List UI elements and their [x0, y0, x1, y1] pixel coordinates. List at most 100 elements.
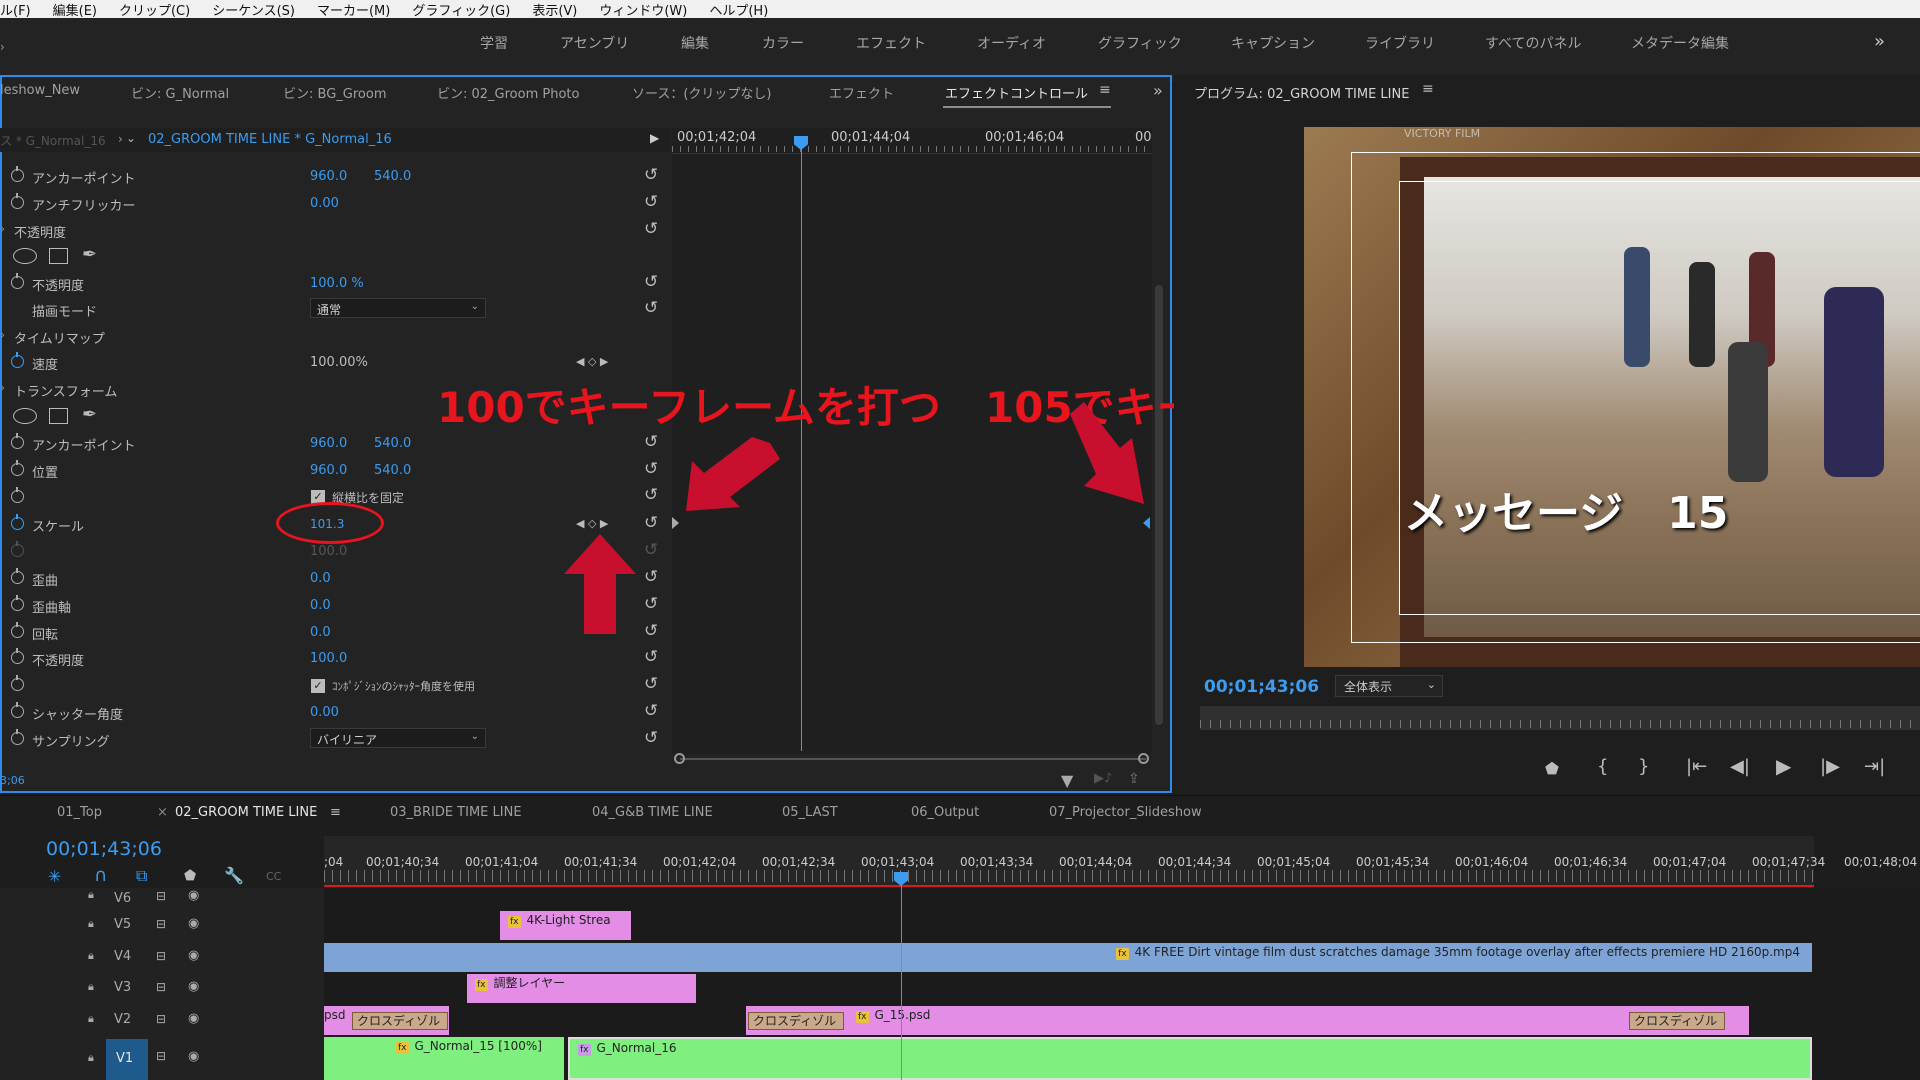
- program-title[interactable]: プログラム: 02_GROOM TIME LINE: [1194, 83, 1409, 102]
- rectangle-mask-icon[interactable]: [49, 248, 68, 264]
- keyframe-navigator[interactable]: ◀ ◇ ▶: [576, 517, 608, 530]
- timeline-timecode[interactable]: 00;01;43;06: [46, 838, 162, 860]
- panel-menu-icon[interactable]: ≡: [330, 805, 341, 820]
- opacity-section-label[interactable]: 不透明度: [14, 222, 66, 241]
- reset-icon[interactable]: ↺: [644, 649, 658, 666]
- workspace-effects[interactable]: エフェクト: [856, 33, 926, 53]
- stopwatch-icon[interactable]: [11, 675, 24, 691]
- workspace-captions[interactable]: キャプション: [1231, 33, 1315, 53]
- eye-icon[interactable]: ◉: [188, 916, 199, 931]
- step-back-icon[interactable]: ◀|: [1730, 758, 1750, 776]
- menu-window[interactable]: ウィンドウ(W): [588, 0, 698, 19]
- speed-value[interactable]: 100.00%: [310, 355, 368, 370]
- menu-graphics[interactable]: グラフィック(G): [401, 0, 521, 19]
- rectangle-mask-icon[interactable]: [49, 408, 68, 424]
- ec-horizontal-scrollbar[interactable]: [680, 758, 1146, 760]
- reset-icon[interactable]: ↺: [644, 167, 658, 184]
- lock-icon[interactable]: 🔒︎: [88, 949, 94, 963]
- panel-overflow-icon[interactable]: »: [1153, 81, 1163, 100]
- add-marker-icon[interactable]: ⬟: [184, 867, 196, 885]
- menu-edit[interactable]: 編集(E): [42, 0, 108, 19]
- anchor-y-value[interactable]: 540.0: [374, 436, 411, 451]
- workspace-editing[interactable]: 編集: [681, 33, 709, 53]
- antiflicker-value[interactable]: 0.00: [310, 196, 339, 211]
- stopwatch-icon[interactable]: [11, 622, 24, 638]
- transition-cross-dissolve[interactable]: クロスディゾル: [1629, 1012, 1725, 1030]
- tab-sequence-gb[interactable]: 04_G&B TIME LINE: [592, 805, 713, 820]
- ellipse-mask-icon[interactable]: [13, 248, 37, 264]
- anchor-x-value[interactable]: 960.0: [310, 436, 347, 451]
- play-icon[interactable]: ▶: [1776, 756, 1791, 776]
- transform-section-label[interactable]: トランスフォーム: [14, 381, 117, 400]
- lock-icon[interactable]: 🔒︎: [88, 980, 94, 994]
- panel-menu-icon[interactable]: ≡: [1099, 82, 1111, 98]
- clip-g15-psd[interactable]: fx G_15.psd: [746, 1006, 1749, 1035]
- tab-sequence-projector[interactable]: 07_Projector_Slideshow: [1049, 805, 1202, 820]
- menu-view[interactable]: 表示(V): [521, 0, 588, 19]
- menu-marker[interactable]: マーカー(M): [306, 0, 401, 19]
- reset-icon[interactable]: ↺: [644, 676, 658, 693]
- eye-icon[interactable]: ◉: [188, 948, 199, 963]
- ec-vertical-scrollbar[interactable]: [1155, 285, 1163, 725]
- close-tab-icon[interactable]: ×: [157, 805, 168, 820]
- skew-value[interactable]: 0.0: [310, 571, 331, 586]
- reset-icon[interactable]: ↺: [644, 461, 658, 478]
- stopwatch-icon[interactable]: [11, 487, 24, 503]
- ec-current-time[interactable]: 3;06: [0, 774, 25, 787]
- tab-effect-controls[interactable]: エフェクトコントロール: [945, 83, 1088, 102]
- keyframe-end-marker[interactable]: [1143, 517, 1150, 529]
- lock-icon[interactable]: 🔒︎: [88, 917, 94, 931]
- stopwatch-icon[interactable]: [11, 568, 24, 584]
- workspace-libraries[interactable]: ライブラリ: [1365, 33, 1435, 53]
- opacity-value[interactable]: 100.0 %: [310, 276, 364, 291]
- tab-bin-groom-photo[interactable]: ビン: 02_Groom Photo: [437, 83, 579, 102]
- stopwatch-icon[interactable]: [11, 352, 24, 368]
- stopwatch-icon[interactable]: [11, 729, 24, 745]
- workspace-audio[interactable]: オーディオ: [977, 33, 1046, 53]
- captions-icon[interactable]: CC: [266, 868, 281, 886]
- clip-adjustment-layer[interactable]: fx 調整レイヤー: [467, 974, 696, 1003]
- position-x-value[interactable]: 960.0: [310, 463, 347, 478]
- reset-icon[interactable]: ↺: [644, 515, 658, 532]
- workspace-color[interactable]: カラー: [762, 33, 804, 53]
- collapse-arrow-icon[interactable]: ›: [0, 381, 5, 396]
- menu-clip[interactable]: クリップ(C): [108, 0, 201, 19]
- tab-slideshow[interactable]: leshow_New: [0, 83, 80, 98]
- tab-source[interactable]: ソース：(クリップなし): [632, 83, 772, 102]
- film-icon[interactable]: ⊟: [156, 980, 166, 994]
- lock-icon[interactable]: 🔒︎: [88, 1012, 94, 1026]
- tab-sequence-groom[interactable]: 02_GROOM TIME LINE: [175, 805, 317, 820]
- mark-in-icon[interactable]: {: [1597, 758, 1608, 776]
- workspace-graphics[interactable]: グラフィック: [1098, 33, 1182, 53]
- track-label[interactable]: V6: [114, 891, 131, 906]
- composition-shutter-checkbox[interactable]: ✓: [311, 679, 325, 693]
- wrench-icon[interactable]: 🔧: [224, 867, 244, 885]
- ec-master-clip[interactable]: ス * G_Normal_16: [0, 132, 106, 149]
- stopwatch-icon[interactable]: [11, 273, 24, 289]
- shutter-angle-value[interactable]: 0.00: [310, 705, 339, 720]
- track-label[interactable]: V2: [114, 1012, 131, 1027]
- stopwatch-icon[interactable]: [11, 648, 24, 664]
- track-label[interactable]: V5: [114, 917, 131, 932]
- stopwatch-icon[interactable]: [11, 595, 24, 611]
- mark-out-icon[interactable]: }: [1638, 758, 1649, 776]
- stopwatch-icon[interactable]: [11, 193, 24, 209]
- track-label[interactable]: V1: [116, 1051, 133, 1066]
- film-icon[interactable]: ⊟: [156, 889, 166, 903]
- program-video-frame[interactable]: VICTORY FILM メッセージ 15: [1304, 127, 1920, 667]
- tab-sequence-bride[interactable]: 03_BRIDE TIME LINE: [390, 805, 522, 820]
- menu-sequence[interactable]: シーケンス(S): [201, 0, 306, 19]
- panel-menu-icon[interactable]: ≡: [1422, 81, 1434, 97]
- blend-mode-select[interactable]: 通常 ⌄: [310, 298, 486, 318]
- tab-effects[interactable]: エフェクト: [829, 83, 894, 102]
- reset-icon[interactable]: ↺: [644, 569, 658, 586]
- program-scrubber[interactable]: [1200, 706, 1920, 730]
- position-y-value[interactable]: 540.0: [374, 463, 411, 478]
- nest-icon[interactable]: ✳: [48, 868, 61, 886]
- eye-icon[interactable]: ◉: [188, 1049, 199, 1064]
- snap-icon[interactable]: ∩: [94, 867, 107, 885]
- anchor-x-value[interactable]: 960.0: [310, 169, 347, 184]
- reset-icon[interactable]: ↺: [644, 274, 658, 291]
- step-forward-icon[interactable]: |▶: [1820, 758, 1840, 776]
- eye-icon[interactable]: ◉: [188, 979, 199, 994]
